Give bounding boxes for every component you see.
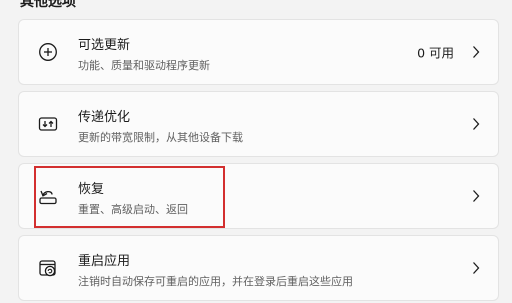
optional-updates-count: 0 可用: [417, 45, 454, 61]
optional-updates-title: 可选更新: [78, 38, 131, 53]
optional-updates-card[interactable]: 可选更新 功能、质量和驱动程序更新 0 可用: [18, 19, 499, 85]
delivery-optimization-icon: [38, 114, 58, 134]
restart-apps-card[interactable]: 重启应用 注销时自动保存可重启的应用，并在登录后重启这些应用: [18, 235, 499, 301]
chevron-right-icon: [470, 117, 482, 131]
restart-apps-title: 重启应用: [78, 254, 131, 269]
plus-circle-icon: [38, 42, 58, 62]
recovery-icon: [38, 186, 58, 206]
restart-apps-icon: [38, 258, 58, 278]
recovery-description: 重置、高级启动、返回: [78, 203, 188, 216]
restart-apps-description: 注销时自动保存可重启的应用，并在登录后重启这些应用: [78, 275, 353, 288]
recovery-title: 恢复: [78, 182, 105, 197]
chevron-right-icon: [470, 261, 482, 275]
chevron-right-icon: [470, 45, 482, 59]
delivery-optimization-title: 传递优化: [78, 110, 131, 125]
chevron-right-icon: [470, 189, 482, 203]
recovery-card[interactable]: 恢复 重置、高级启动、返回: [18, 163, 499, 229]
delivery-optimization-card[interactable]: 传递优化 更新的带宽限制，从其他设备下载: [18, 91, 499, 157]
optional-updates-description: 功能、质量和驱动程序更新: [78, 59, 210, 72]
section-title: 其他选项: [20, 0, 76, 10]
delivery-optimization-description: 更新的带宽限制，从其他设备下载: [78, 131, 243, 144]
